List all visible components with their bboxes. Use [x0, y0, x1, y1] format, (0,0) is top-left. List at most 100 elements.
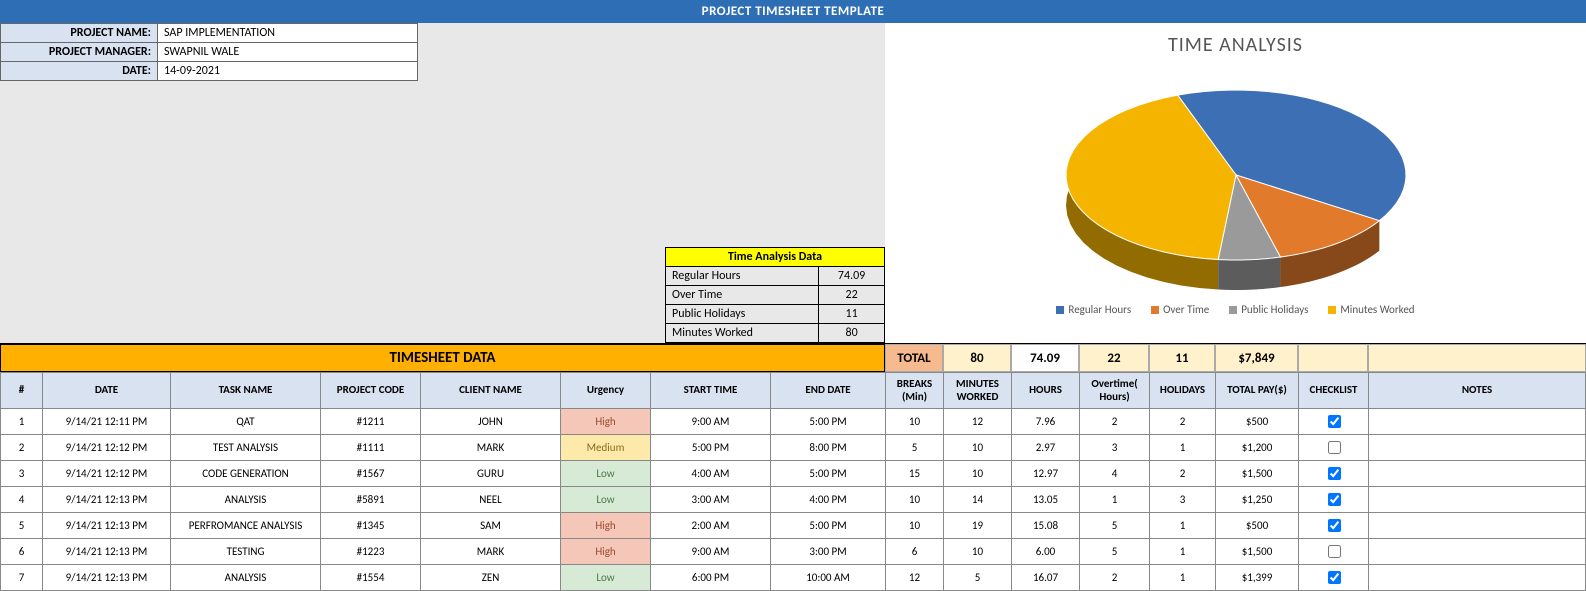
- table-row[interactable]: 69/14/21 12:13 PMTESTING#1223MARKHigh9:0…: [1, 539, 1586, 565]
- cell-hours[interactable]: 15.08: [1012, 513, 1080, 539]
- cell-pay[interactable]: $1,250: [1216, 487, 1299, 513]
- cell-hours[interactable]: 12.97: [1012, 461, 1080, 487]
- col-header-overtime[interactable]: Overtime( Hours): [1080, 373, 1150, 409]
- cell-checklist[interactable]: [1299, 487, 1369, 513]
- cell-hours[interactable]: 6.00: [1012, 539, 1080, 565]
- cell-checklist[interactable]: [1299, 435, 1369, 461]
- cell-start[interactable]: 9:00 AM: [651, 539, 771, 565]
- cell-minutes[interactable]: 14: [944, 487, 1012, 513]
- table-row[interactable]: 39/14/21 12:12 PMCODE GENERATION#1567GUR…: [1, 461, 1586, 487]
- cell-end[interactable]: 5:00 PM: [771, 409, 886, 435]
- cell-date[interactable]: 9/14/21 12:13 PM: [43, 565, 171, 591]
- col-header-holidays[interactable]: HOLIDAYS: [1150, 373, 1216, 409]
- cell-hours[interactable]: 7.96: [1012, 409, 1080, 435]
- cell-urgency[interactable]: Low: [561, 487, 651, 513]
- cell-holidays[interactable]: 1: [1150, 435, 1216, 461]
- cell-holidays[interactable]: 1: [1150, 513, 1216, 539]
- cell-hours[interactable]: 13.05: [1012, 487, 1080, 513]
- cell-pay[interactable]: $500: [1216, 513, 1299, 539]
- cell-start[interactable]: 6:00 PM: [651, 565, 771, 591]
- project-manager-value[interactable]: SWAPNIL WALE: [158, 43, 418, 62]
- cell-checklist[interactable]: [1299, 409, 1369, 435]
- cell-pay[interactable]: $1,200: [1216, 435, 1299, 461]
- cell-checklist[interactable]: [1299, 513, 1369, 539]
- cell-notes[interactable]: [1369, 513, 1586, 539]
- cell-task[interactable]: ANALYSIS: [171, 487, 321, 513]
- cell-holidays[interactable]: 3: [1150, 487, 1216, 513]
- cell-pay[interactable]: $1,500: [1216, 539, 1299, 565]
- cell-notes[interactable]: [1369, 565, 1586, 591]
- cell-project[interactable]: #1567: [321, 461, 421, 487]
- cell-date[interactable]: 9/14/21 12:13 PM: [43, 539, 171, 565]
- cell-minutes[interactable]: 12: [944, 409, 1012, 435]
- cell-project[interactable]: #5891: [321, 487, 421, 513]
- cell-overtime[interactable]: 3: [1080, 435, 1150, 461]
- project-name-value[interactable]: SAP IMPLEMENTATION: [158, 24, 418, 43]
- cell-holidays[interactable]: 1: [1150, 539, 1216, 565]
- col-header-minutes[interactable]: MINUTES WORKED: [944, 373, 1012, 409]
- table-row[interactable]: 79/14/21 12:13 PMANALYSIS#1554ZENLow6:00…: [1, 565, 1586, 591]
- col-header-end[interactable]: END DATE: [771, 373, 886, 409]
- table-row[interactable]: 49/14/21 12:13 PMANALYSIS#5891NEELLow3:0…: [1, 487, 1586, 513]
- cell-num[interactable]: 3: [1, 461, 43, 487]
- cell-holidays[interactable]: 2: [1150, 461, 1216, 487]
- cell-num[interactable]: 7: [1, 565, 43, 591]
- cell-date[interactable]: 9/14/21 12:13 PM: [43, 513, 171, 539]
- cell-breaks[interactable]: 10: [886, 513, 944, 539]
- col-header-hours[interactable]: HOURS: [1012, 373, 1080, 409]
- cell-project[interactable]: #1111: [321, 435, 421, 461]
- cell-breaks[interactable]: 12: [886, 565, 944, 591]
- cell-pay[interactable]: $1,399: [1216, 565, 1299, 591]
- cell-date[interactable]: 9/14/21 12:12 PM: [43, 461, 171, 487]
- cell-task[interactable]: ANALYSIS: [171, 565, 321, 591]
- cell-num[interactable]: 5: [1, 513, 43, 539]
- cell-end[interactable]: 5:00 PM: [771, 461, 886, 487]
- table-row[interactable]: 29/14/21 12:12 PMTEST ANALYSIS#1111MARKM…: [1, 435, 1586, 461]
- cell-minutes[interactable]: 10: [944, 461, 1012, 487]
- cell-end[interactable]: 8:00 PM: [771, 435, 886, 461]
- cell-client[interactable]: SAM: [421, 513, 561, 539]
- cell-task[interactable]: CODE GENERATION: [171, 461, 321, 487]
- date-value[interactable]: 14-09-2021: [158, 62, 418, 81]
- table-row[interactable]: 59/14/21 12:13 PMPERFROMANCE ANALYSIS#13…: [1, 513, 1586, 539]
- cell-client[interactable]: NEEL: [421, 487, 561, 513]
- cell-project[interactable]: #1223: [321, 539, 421, 565]
- cell-notes[interactable]: [1369, 435, 1586, 461]
- cell-task[interactable]: TESTING: [171, 539, 321, 565]
- col-header-num[interactable]: #: [1, 373, 43, 409]
- cell-num[interactable]: 6: [1, 539, 43, 565]
- col-header-breaks[interactable]: BREAKS (Min): [886, 373, 944, 409]
- cell-notes[interactable]: [1369, 539, 1586, 565]
- col-header-date[interactable]: DATE: [43, 373, 171, 409]
- cell-end[interactable]: 3:00 PM: [771, 539, 886, 565]
- cell-project[interactable]: #1211: [321, 409, 421, 435]
- cell-pay[interactable]: $1,500: [1216, 461, 1299, 487]
- cell-client[interactable]: GURU: [421, 461, 561, 487]
- checklist-checkbox[interactable]: [1328, 467, 1341, 480]
- cell-minutes[interactable]: 5: [944, 565, 1012, 591]
- cell-breaks[interactable]: 10: [886, 409, 944, 435]
- cell-minutes[interactable]: 10: [944, 539, 1012, 565]
- cell-overtime[interactable]: 2: [1080, 409, 1150, 435]
- cell-client[interactable]: ZEN: [421, 565, 561, 591]
- cell-task[interactable]: TEST ANALYSIS: [171, 435, 321, 461]
- cell-overtime[interactable]: 5: [1080, 539, 1150, 565]
- cell-breaks[interactable]: 5: [886, 435, 944, 461]
- col-header-pay[interactable]: TOTAL PAY($): [1216, 373, 1299, 409]
- checklist-checkbox[interactable]: [1328, 441, 1341, 454]
- cell-hours[interactable]: 2.97: [1012, 435, 1080, 461]
- cell-project[interactable]: #1345: [321, 513, 421, 539]
- checklist-checkbox[interactable]: [1328, 493, 1341, 506]
- cell-breaks[interactable]: 6: [886, 539, 944, 565]
- checklist-checkbox[interactable]: [1328, 415, 1341, 428]
- cell-urgency[interactable]: Low: [561, 565, 651, 591]
- cell-overtime[interactable]: 4: [1080, 461, 1150, 487]
- col-header-client[interactable]: CLIENT NAME: [421, 373, 561, 409]
- cell-urgency[interactable]: Medium: [561, 435, 651, 461]
- cell-task[interactable]: QAT: [171, 409, 321, 435]
- cell-start[interactable]: 3:00 AM: [651, 487, 771, 513]
- cell-client[interactable]: JOHN: [421, 409, 561, 435]
- cell-notes[interactable]: [1369, 461, 1586, 487]
- cell-breaks[interactable]: 10: [886, 487, 944, 513]
- cell-start[interactable]: 9:00 AM: [651, 409, 771, 435]
